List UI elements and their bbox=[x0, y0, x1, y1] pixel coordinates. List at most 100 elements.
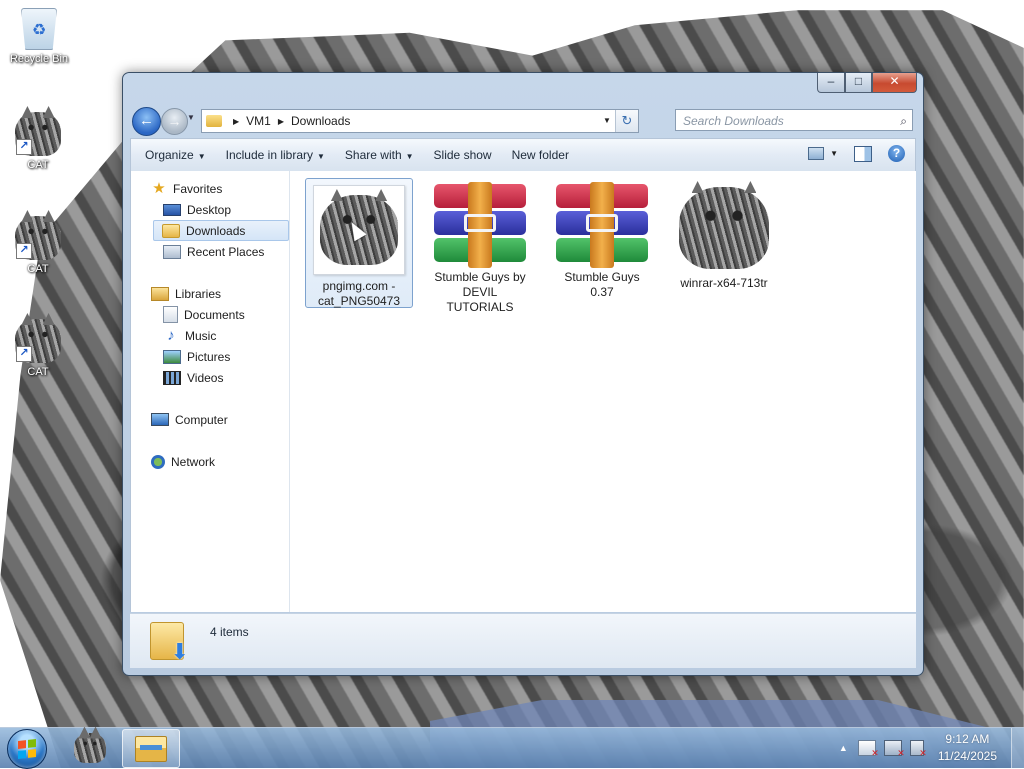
desktop-icon-label: CAT bbox=[27, 263, 49, 275]
desktop-icon-cat-3[interactable]: ↗ CAT bbox=[2, 319, 74, 378]
downloads-folder-icon bbox=[162, 223, 180, 238]
explorer-content: ★ Favorites Desktop Downloads Recent Pla… bbox=[130, 171, 916, 612]
start-button[interactable] bbox=[7, 729, 47, 769]
share-with-menu[interactable]: Share with ▼ bbox=[345, 148, 414, 162]
desktop-icon-cat-2[interactable]: ↗ CAT bbox=[2, 216, 74, 275]
desktop-icon-label: CAT bbox=[27, 159, 49, 171]
nav-label: Videos bbox=[187, 370, 224, 385]
include-in-library-label: Include in library bbox=[225, 148, 313, 162]
share-with-label: Share with bbox=[344, 148, 402, 162]
nav-network[interactable]: Network bbox=[151, 451, 215, 472]
search-input[interactable]: Search Downloads ⌕ bbox=[675, 109, 913, 131]
file-item-pngimg-cat[interactable]: pngimg.com - cat_PNG50473 bbox=[305, 178, 413, 308]
file-name: 0.37 bbox=[590, 285, 614, 299]
file-name: DEVIL bbox=[462, 285, 498, 299]
recent-pages-dropdown[interactable]: ▼ bbox=[187, 113, 195, 122]
recycle-bin-icon bbox=[21, 8, 57, 50]
minimize-button[interactable]: – bbox=[817, 73, 845, 93]
address-bar-row: ← → ▼ ▶ VM1 ▶ Downloads ▼ ↻ Search Downl… bbox=[129, 105, 917, 136]
nav-pictures[interactable]: Pictures bbox=[163, 346, 230, 367]
maximize-button[interactable]: □ bbox=[845, 73, 872, 93]
file-item-stumble-guys-devil[interactable]: Stumble Guys by DEVIL TUTORIALS bbox=[427, 178, 533, 315]
chevron-down-icon: ▼ bbox=[317, 152, 325, 161]
winrar-archive-icon bbox=[556, 182, 648, 268]
taskbar: ▲ 9:12 AM 11/24/2025 bbox=[0, 727, 1024, 769]
change-view-button[interactable]: ▼ bbox=[808, 147, 838, 160]
desktop-icon-cat-1[interactable]: ↗ CAT bbox=[2, 112, 74, 171]
nav-videos[interactable]: Videos bbox=[163, 367, 223, 388]
close-button[interactable]: ✕ bbox=[872, 73, 917, 93]
show-hidden-icons-button[interactable]: ▲ bbox=[839, 743, 848, 753]
view-icon bbox=[808, 147, 825, 160]
nav-label: Downloads bbox=[186, 223, 246, 238]
refresh-button[interactable]: ↻ bbox=[615, 110, 638, 132]
navigation-pane: ★ Favorites Desktop Downloads Recent Pla… bbox=[131, 171, 290, 612]
libraries-icon bbox=[151, 286, 169, 301]
caption-buttons: – □ ✕ bbox=[817, 73, 917, 93]
back-button[interactable]: ← bbox=[132, 107, 161, 136]
include-in-library-menu[interactable]: Include in library ▼ bbox=[226, 148, 325, 162]
nav-label: Recent Places bbox=[187, 244, 265, 259]
show-desktop-button[interactable] bbox=[1011, 728, 1024, 768]
breadcrumb-separator-icon[interactable]: ▶ bbox=[233, 117, 239, 126]
volume-icon[interactable] bbox=[909, 740, 927, 759]
chevron-down-icon: ▼ bbox=[830, 149, 838, 158]
file-item-winrar-x64[interactable]: winrar-x64-713tr bbox=[671, 178, 777, 291]
help-icon[interactable]: ? bbox=[888, 145, 905, 162]
new-folder-button[interactable]: New folder bbox=[512, 148, 569, 162]
chevron-down-icon: ▼ bbox=[405, 152, 414, 161]
nav-label: Desktop bbox=[187, 202, 232, 217]
nav-label: Favorites bbox=[173, 181, 223, 196]
nav-documents[interactable]: Documents bbox=[163, 304, 245, 325]
taskbar-cat-app[interactable] bbox=[62, 729, 118, 766]
shortcut-arrow-icon: ↗ bbox=[16, 346, 32, 362]
nav-libraries[interactable]: Libraries bbox=[151, 283, 221, 304]
address-bar[interactable]: ▶ VM1 ▶ Downloads ▼ ↻ bbox=[201, 109, 639, 133]
slide-show-button[interactable]: Slide show bbox=[434, 148, 492, 162]
recent-places-icon bbox=[163, 244, 181, 259]
file-name: Stumble Guys by bbox=[434, 270, 526, 284]
desktop-icon-label: Recycle Bin bbox=[9, 53, 69, 65]
breadcrumb-downloads[interactable]: Downloads bbox=[291, 114, 350, 128]
videos-icon bbox=[163, 370, 181, 385]
file-name: winrar-x64-713tr bbox=[680, 276, 768, 290]
file-name: Stumble Guys bbox=[564, 270, 640, 284]
action-center-flag-icon[interactable] bbox=[857, 740, 879, 759]
breadcrumb-separator-icon[interactable]: ▶ bbox=[278, 117, 284, 126]
pictures-icon bbox=[163, 349, 181, 364]
nav-computer[interactable]: Computer bbox=[151, 409, 228, 430]
preview-pane-icon[interactable] bbox=[854, 145, 872, 162]
organize-label: Organize bbox=[145, 148, 194, 162]
breadcrumb-vm1[interactable]: VM1 bbox=[246, 114, 271, 128]
winrar-archive-icon bbox=[434, 182, 526, 268]
chevron-down-icon: ▼ bbox=[197, 152, 206, 161]
forward-button[interactable]: → bbox=[161, 108, 188, 135]
file-item-stumble-guys-037[interactable]: Stumble Guys 0.37 bbox=[549, 178, 655, 300]
nav-label: Network bbox=[171, 454, 216, 469]
address-dropdown-button[interactable]: ▼ bbox=[599, 110, 615, 132]
network-status-icon[interactable] bbox=[883, 740, 905, 759]
file-name: pngimg.com - bbox=[322, 279, 396, 293]
taskbar-clock[interactable]: 9:12 AM 11/24/2025 bbox=[938, 731, 997, 765]
organize-menu[interactable]: Organize ▼ bbox=[145, 148, 206, 162]
desktop-icon-recycle-bin[interactable]: Recycle Bin bbox=[3, 8, 75, 65]
cat-image-icon bbox=[676, 184, 772, 272]
clock-time: 9:12 AM bbox=[945, 732, 990, 746]
nav-label: Music bbox=[185, 328, 217, 343]
nav-downloads[interactable]: Downloads bbox=[153, 220, 289, 241]
downloads-folder-icon bbox=[150, 622, 189, 665]
taskbar-windows-explorer[interactable] bbox=[122, 729, 180, 768]
system-tray: ▲ 9:12 AM 11/24/2025 bbox=[839, 728, 1024, 768]
clock-date: 11/24/2025 bbox=[937, 749, 997, 763]
search-placeholder: Search Downloads bbox=[683, 114, 784, 128]
nav-music[interactable]: ♪ Music bbox=[163, 325, 216, 346]
music-icon: ♪ bbox=[167, 326, 175, 344]
nav-label: Documents bbox=[184, 307, 245, 322]
cat-app-icon bbox=[74, 732, 106, 763]
nav-desktop[interactable]: Desktop bbox=[163, 199, 231, 220]
desktop-icon-label: CAT bbox=[27, 366, 49, 378]
nav-favorites[interactable]: ★ Favorites bbox=[151, 178, 222, 199]
nav-recent-places[interactable]: Recent Places bbox=[163, 241, 264, 262]
search-icon[interactable]: ⌕ bbox=[900, 110, 907, 132]
explorer-window: – □ ✕ ← → ▼ ▶ VM1 ▶ Downloads ▼ ↻ Search… bbox=[122, 72, 924, 676]
